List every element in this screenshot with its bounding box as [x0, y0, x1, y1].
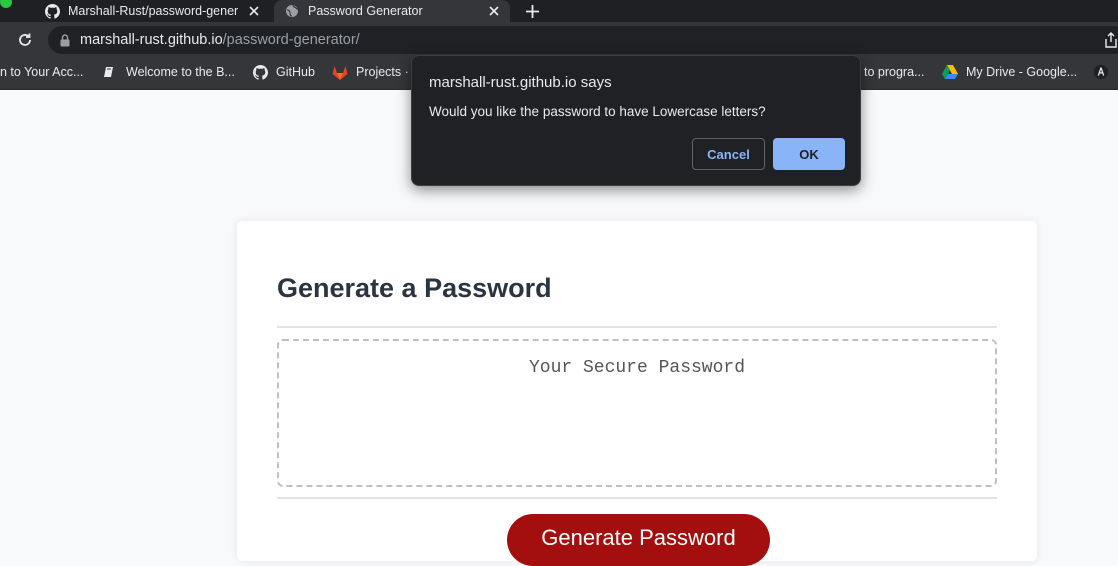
browser-toolbar: marshall-rust.github.io/password-generat…: [0, 22, 1118, 58]
angular-icon: [1093, 64, 1109, 80]
bookmark-item[interactable]: GitHub: [252, 58, 315, 86]
bookmark-label: GitHub: [276, 65, 315, 79]
dialog-title: marshall-rust.github.io says: [429, 74, 612, 91]
url-path: /password-generator/: [222, 32, 360, 48]
bookmark-item[interactable]: to progra...: [864, 58, 924, 86]
close-icon[interactable]: [486, 3, 502, 19]
reload-icon[interactable]: [14, 29, 36, 51]
github-icon: [252, 64, 268, 80]
bookmark-label: My Drive - Google...: [966, 65, 1078, 79]
tab-password-generator[interactable]: Password Generator: [274, 0, 510, 22]
bookmark-label: n to Your Acc...: [0, 65, 84, 79]
password-textarea[interactable]: Your Secure Password: [277, 339, 997, 487]
book-icon: [102, 64, 118, 80]
password-placeholder: Your Secure Password: [528, 358, 746, 378]
github-icon: [44, 3, 60, 19]
tab-bar: Marshall-Rust/password-gener Password Ge…: [0, 0, 1118, 22]
bookmark-item[interactable]: [1093, 58, 1117, 86]
password-card: Generate a Password Your Secure Password…: [237, 221, 1037, 566]
bookmark-label: Welcome to the B...: [126, 65, 235, 79]
gitlab-icon: [332, 64, 348, 80]
dialog-message: Would you like the password to have Lowe…: [429, 104, 766, 119]
generate-password-button[interactable]: Generate Password: [507, 514, 770, 566]
ok-button[interactable]: OK: [773, 138, 845, 170]
tab-title: Password Generator: [308, 4, 423, 18]
bookmark-label: Projects ·: [356, 65, 409, 79]
cancel-button[interactable]: Cancel: [692, 138, 765, 170]
tab-title: Marshall-Rust/password-gener: [68, 4, 239, 18]
alert-dialog: marshall-rust.github.io says Would you l…: [411, 55, 861, 186]
divider: [277, 326, 997, 328]
page-title: Generate a Password: [277, 273, 552, 303]
bookmark-item[interactable]: Projects ·: [332, 58, 409, 86]
window-zoom-button[interactable]: [0, 0, 12, 8]
divider: [277, 497, 997, 499]
bookmark-item[interactable]: Welcome to the B...: [102, 58, 235, 86]
google-drive-icon: [942, 64, 958, 80]
bookmark-item[interactable]: My Drive - Google...: [942, 58, 1077, 86]
lock-icon[interactable]: [60, 33, 72, 47]
tab-github[interactable]: Marshall-Rust/password-gener: [34, 0, 270, 22]
new-tab-plus-icon[interactable]: [522, 2, 542, 20]
bookmark-item[interactable]: n to Your Acc...: [0, 58, 83, 86]
share-icon[interactable]: [1104, 32, 1118, 48]
url-host: marshall-rust.github.io: [80, 32, 223, 48]
close-icon[interactable]: [246, 3, 262, 19]
address-bar[interactable]: marshall-rust.github.io/password-generat…: [48, 26, 1118, 54]
bookmark-label: to progra...: [864, 65, 925, 79]
globe-icon: [284, 3, 300, 19]
